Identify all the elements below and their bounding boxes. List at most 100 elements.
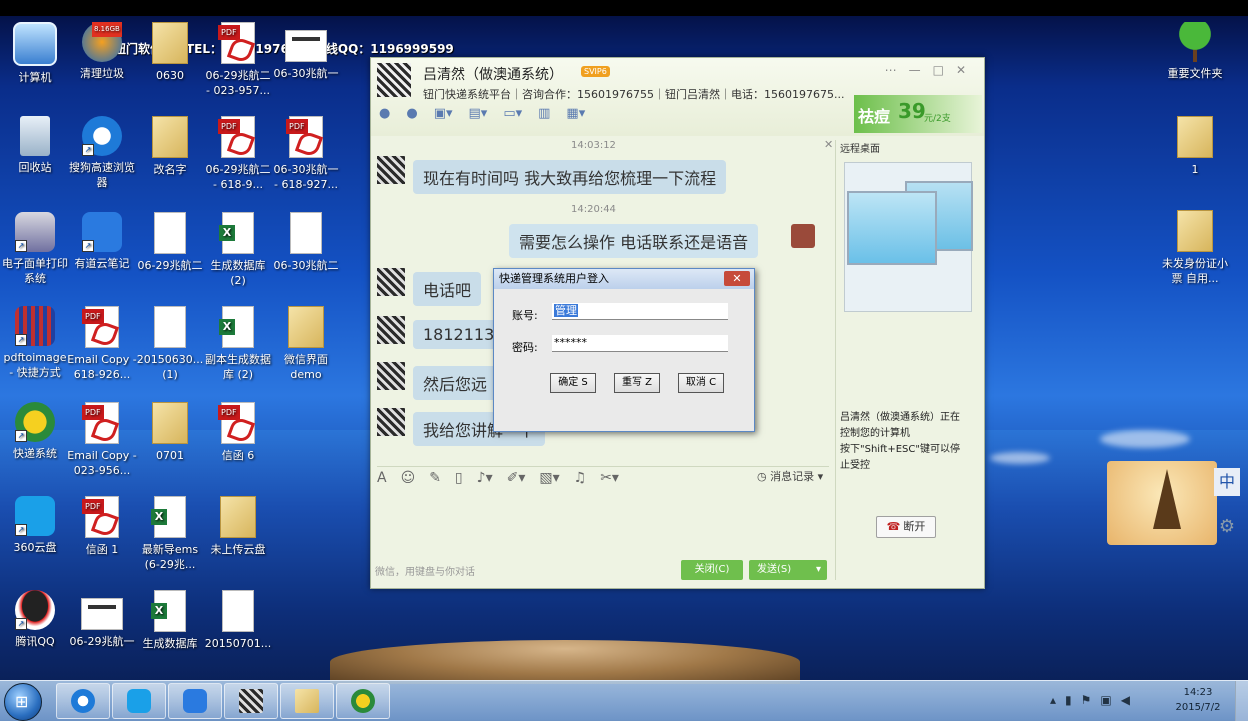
desktop-icon-express-system[interactable]: ↗ 快递系统 [0,402,70,461]
screen-share-icon[interactable]: ▣▾ [434,106,453,126]
message-input[interactable]: 微信，用键盘与你对话 [375,563,475,578]
camera-icon[interactable]: ● [406,106,417,126]
voice-icon[interactable]: ♪▾ [477,470,493,492]
scissors-icon[interactable]: ✂▾ [600,470,619,492]
desktop-icon-0629-023[interactable]: 06-29兆航二 - 023-957... [203,22,273,98]
disconnect-button[interactable]: 断开 [876,516,936,538]
gif-icon[interactable]: ▯ [455,470,463,492]
desktop-icon-letter-1[interactable]: 信函 1 [67,496,137,557]
shake-icon[interactable]: ✎ [429,470,441,492]
taskbar-youdao-note[interactable] [168,683,222,719]
send-button[interactable]: 发送(S) ▾ [749,560,827,580]
cancel-button[interactable]: 取消 C [678,373,724,393]
desktop-icon-id-receipt[interactable]: 未发身份证小票 自用... [1160,210,1230,286]
desktop-icon-20150701[interactable]: 20150701... [203,590,273,651]
flag-icon[interactable]: ⚑ [1081,693,1101,707]
dialog-close-icon[interactable]: ✕ [724,271,750,286]
emoji-icon[interactable]: ☺ [401,470,416,492]
desktop-icon-gen-database[interactable]: 生成数据库 [135,590,205,651]
monitor-icon [847,191,937,265]
desktop-icon-copy-gen-database[interactable]: 副本生成数据库 (2) [203,306,273,382]
create-group-icon[interactable]: ▥ [538,106,550,126]
ok-button[interactable]: 确定 S [550,373,596,393]
message-history-button[interactable]: ◷ 消息记录 ▾ [757,468,823,484]
desktop-icon-0629-618[interactable]: 06-29兆航二 - 618-9... [203,116,273,192]
font-icon[interactable]: A [377,470,387,492]
desktop-icon-0629-zhaohang1[interactable]: 06-29兆航一 [67,590,137,649]
network-icon[interactable]: ▣ [1100,693,1120,707]
desktop-icon-email-copy-618[interactable]: Email Copy - 618-926... [67,306,137,382]
contact-avatar[interactable] [377,316,405,344]
desktop-icon-folder-0701[interactable]: 0701 [135,402,205,463]
apps-icon[interactable]: ▦▾ [566,106,585,126]
contact-avatar[interactable] [377,63,411,97]
system-clock[interactable]: 14:23 2015/7/2 [1170,685,1226,715]
rewrite-button[interactable]: 重写 Z [614,373,660,393]
eiffel-tower-widget[interactable] [1107,461,1217,545]
password-field[interactable]: ****** [552,335,728,352]
desktop-icon-0630-zhaohang1[interactable]: 06-30兆航一 [271,22,341,81]
desktop-icon-0629-zhaohang2[interactable]: 06-29兆航二 [135,212,205,273]
taskbar-explorer[interactable] [280,683,334,719]
taskbar-chat[interactable] [224,683,278,719]
system-tray[interactable]: ▴▮⚑▣◀ [1050,693,1139,707]
ime-settings-icon[interactable]: ⚙ [1216,516,1238,538]
self-avatar[interactable] [791,224,815,248]
taskbar-express-system[interactable] [336,683,390,719]
desktop-icon-latest-ems[interactable]: 最新导ems (6-29兆... [135,496,205,572]
mic-icon[interactable]: ● [379,106,390,126]
remote-desktop-icon[interactable]: ▭▾ [503,106,522,126]
contact-avatar[interactable] [377,408,405,436]
desktop-icon-sogou-browser[interactable]: ↗ 搜狗高速浏览器 [67,116,137,190]
desktop-icon-recycle-bin[interactable]: 回收站 [0,116,70,175]
desktop-icon-letter-6[interactable]: 信函 6 [203,402,273,463]
send-options-icon[interactable]: ▾ [816,560,821,580]
window-controls[interactable]: ⋯—□✕ [885,63,978,77]
desktop-icon-computer[interactable]: 计算机 [0,22,70,85]
music-icon[interactable]: ♫ [574,470,587,492]
360-cloud-icon [127,689,151,713]
account-field[interactable]: 管理 [552,303,728,320]
ime-language-indicator[interactable]: 中 [1214,468,1240,496]
history-label: 消息记录 [770,470,815,483]
desktop-icon-not-uploaded[interactable]: 未上传云盘 [203,496,273,557]
taskbar-sogou-browser[interactable] [56,683,110,719]
pin-icon[interactable]: ⋯ [885,63,909,77]
desktop-icon-rename[interactable]: 改名字 [135,116,205,177]
contact-avatar[interactable] [377,268,405,296]
maximize-icon[interactable]: □ [933,63,956,77]
desktop-icon-folder-1[interactable]: 1 [1160,116,1230,177]
desktop-icon-qq[interactable]: ↗ 腾讯QQ [0,590,70,649]
desktop-icon-0630-618[interactable]: 06-30兆航一 - 618-927... [271,116,341,192]
desktop-icon-360-cloud[interactable]: ↗ 360云盘 [0,496,70,555]
desktop-icon-pdftoimage[interactable]: ↗ pdftoimage - 快捷方式 [0,306,70,380]
close-icon[interactable]: ✕ [956,63,978,77]
image-icon[interactable]: ▧▾ [539,470,559,492]
desktop-icon-ewaybill-print[interactable]: ↗ 电子面单打印系统 [0,212,70,286]
wallpaper-cloud [1100,430,1190,448]
desktop-icon-gen-database-2[interactable]: 生成数据库 (2) [203,212,273,288]
contact-avatar[interactable] [377,156,405,184]
desktop-icon-wechat-demo[interactable]: 微信界面demo [271,306,341,382]
start-button[interactable]: ⊞ [4,683,42,721]
folder-icon [220,496,256,538]
show-desktop-button[interactable] [1235,681,1248,721]
desktop-icon-clean-junk[interactable]: 8.16GB 清理垃圾 [67,22,137,81]
close-button[interactable]: 关闭(C) [681,560,743,580]
tray-expand-icon[interactable]: ▴ [1050,693,1065,707]
taskbar-360-cloud[interactable] [112,683,166,719]
desktop-icon-folder-0630[interactable]: 0630 [135,22,205,83]
minimize-icon[interactable]: — [909,63,933,77]
desktop-icon-youdao-note[interactable]: ↗ 有道云笔记 [67,212,137,271]
panel-close-icon[interactable]: ✕ [824,138,833,151]
desktop-icon-important-folder[interactable]: 重要文件夹 [1160,22,1230,81]
desktop-icon-0630-zhaohang2[interactable]: 06-30兆航二 [271,212,341,273]
volume-icon[interactable]: ◀ [1121,693,1139,707]
acne-ad-banner[interactable]: 祛痘 39 元/2支 [854,95,982,133]
desktop-icon-email-copy-023[interactable]: Email Copy - 023-956... [67,402,137,478]
edit-icon[interactable]: ✐▾ [507,470,526,492]
desktop-icon-20150630[interactable]: 20150630... (1) [135,306,205,382]
contact-avatar[interactable] [377,362,405,390]
tray-app-icon[interactable]: ▮ [1065,693,1081,707]
file-transfer-icon[interactable]: ▤▾ [469,106,488,126]
